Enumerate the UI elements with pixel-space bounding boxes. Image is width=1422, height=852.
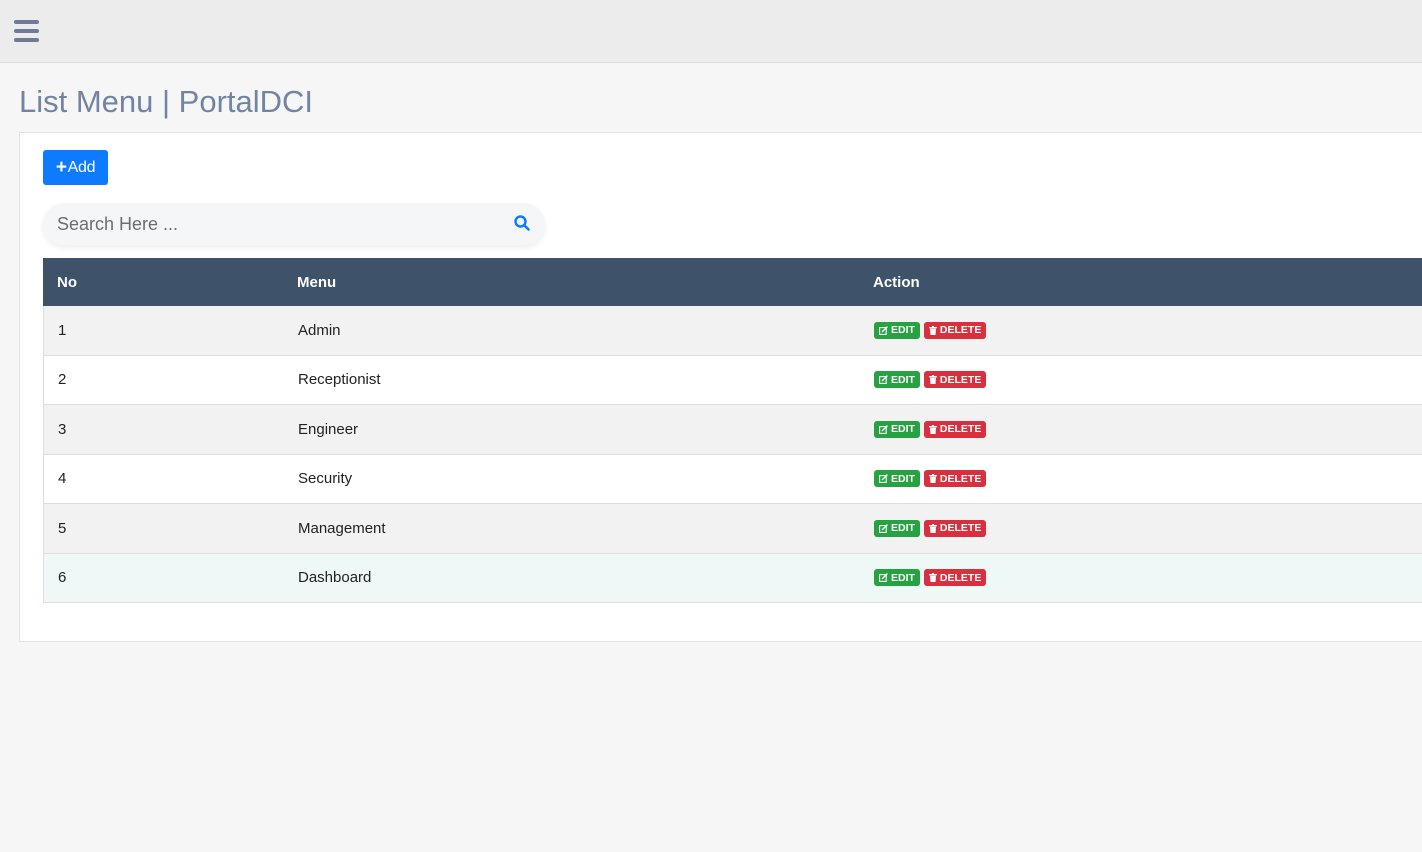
add-button-label: Add (67, 158, 96, 176)
row-menu: Receptionist (298, 371, 381, 389)
trash-icon (928, 474, 937, 484)
edit-label: EDIT (891, 423, 915, 436)
edit-button[interactable]: EDIT (874, 470, 920, 488)
row-actions: EDIT DELETE (874, 306, 990, 355)
row-actions: EDIT DELETE (874, 405, 990, 454)
row-no: 2 (58, 371, 67, 389)
delete-label: DELETE (939, 522, 982, 535)
row-actions: EDIT DELETE (874, 455, 990, 504)
delete-label: DELETE (939, 373, 982, 386)
menu-toggle-icon[interactable] (14, 20, 39, 42)
top-navbar (0, 0, 1422, 63)
table-body: 1 Admin EDIT DELETE 2 Receptionist EDIT … (43, 306, 1422, 603)
edit-icon (879, 474, 888, 484)
edit-label: EDIT (891, 324, 915, 337)
row-menu: Security (298, 470, 353, 488)
menu-table: No Menu Action 1 Admin EDIT DELETE 2 Rec… (43, 258, 1422, 603)
table-row: 1 Admin EDIT DELETE (43, 306, 1422, 356)
trash-icon (928, 573, 937, 583)
add-button[interactable]: + Add (43, 150, 108, 185)
page-title: List Menu | PortalDCI (19, 84, 314, 119)
trash-icon (928, 424, 937, 434)
edit-icon (879, 523, 888, 533)
search-bar (43, 203, 545, 245)
delete-button[interactable]: DELETE (923, 321, 987, 339)
edit-label: EDIT (891, 472, 915, 485)
row-menu: Admin (298, 321, 341, 339)
edit-button[interactable]: EDIT (874, 420, 920, 438)
edit-icon (879, 375, 888, 385)
row-actions: EDIT DELETE (874, 504, 990, 553)
plus-icon: + (55, 157, 67, 178)
delete-button[interactable]: DELETE (923, 519, 987, 537)
table-row: 6 Dashboard EDIT DELETE (43, 553, 1422, 603)
edit-icon (879, 424, 888, 434)
delete-button[interactable]: DELETE (923, 470, 987, 488)
edit-button[interactable]: EDIT (874, 569, 920, 587)
edit-icon (879, 325, 888, 335)
search-input[interactable] (43, 203, 503, 245)
delete-label: DELETE (939, 571, 982, 584)
row-no: 1 (58, 321, 67, 339)
table-row: 4 Security EDIT DELETE (43, 454, 1422, 504)
edit-label: EDIT (891, 522, 915, 535)
edit-icon (879, 573, 888, 583)
row-menu: Management (298, 519, 386, 537)
table-row: 3 Engineer EDIT DELETE (43, 405, 1422, 455)
trash-icon (928, 375, 937, 385)
row-menu: Engineer (298, 420, 359, 438)
delete-button[interactable]: DELETE (923, 569, 987, 587)
row-actions: EDIT DELETE (874, 356, 990, 405)
edit-button[interactable]: EDIT (874, 519, 920, 537)
header-menu: Menu (297, 273, 337, 291)
row-no: 3 (58, 420, 67, 438)
edit-label: EDIT (891, 571, 915, 584)
edit-button[interactable]: EDIT (874, 371, 920, 389)
delete-label: DELETE (939, 324, 982, 337)
search-icon[interactable] (513, 214, 531, 232)
table-header: No Menu Action (43, 258, 1422, 306)
row-menu: Dashboard (298, 569, 372, 587)
row-actions: EDIT DELETE (874, 554, 990, 603)
header-action: Action (873, 273, 920, 291)
delete-label: DELETE (939, 472, 982, 485)
row-no: 5 (58, 519, 67, 537)
table-row: 2 Receptionist EDIT DELETE (43, 355, 1422, 405)
trash-icon (928, 325, 937, 335)
delete-label: DELETE (939, 423, 982, 436)
content-card: + Add No Menu Action 1 Admin EDIT (19, 132, 1422, 642)
delete-button[interactable]: DELETE (923, 420, 987, 438)
table-row: 5 Management EDIT DELETE (43, 504, 1422, 554)
edit-button[interactable]: EDIT (874, 321, 920, 339)
header-no: No (57, 273, 77, 291)
trash-icon (928, 523, 937, 533)
delete-button[interactable]: DELETE (923, 371, 987, 389)
row-no: 6 (58, 569, 67, 587)
edit-label: EDIT (891, 373, 915, 386)
row-no: 4 (58, 470, 67, 488)
